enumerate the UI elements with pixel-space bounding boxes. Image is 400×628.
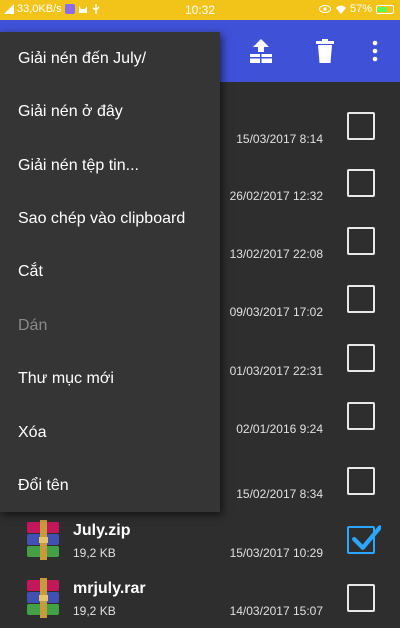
usb-icon [92,4,100,14]
file-size: 19,2 KB [73,546,116,560]
notification-app-icon [64,4,75,14]
file-name: July.zip [73,522,131,539]
menu-item-cut[interactable]: Cắt [18,263,43,281]
checkbox[interactable] [347,402,375,430]
file-name: mrjuly.rar [73,580,146,597]
wifi-icon [335,5,346,14]
file-date: 15/02/2017 8:34 [236,487,323,501]
menu-item-copy-to-clipboard[interactable]: Sao chép vào clipboard [18,210,185,228]
file-date: 02/01/2016 9:24 [236,422,323,436]
more-vert-icon[interactable] [362,38,388,64]
file-date: 15/03/2017 10:29 [229,546,323,560]
status-left: 33,0KB/s [4,3,101,15]
cat-icon [78,6,87,13]
signal-icon [4,4,14,14]
checkbox[interactable] [347,467,375,495]
checkbox[interactable] [347,112,375,140]
checkbox[interactable] [347,285,375,313]
file-size: 19,2 KB [73,604,116,618]
battery-level: 57% [349,3,372,15]
checkbox-checked[interactable] [347,525,381,554]
check-icon [352,525,381,550]
menu-item-rename[interactable]: Đổi tên [18,477,69,495]
file-date: 09/03/2017 17:02 [229,305,323,319]
battery-icon [376,4,394,14]
status-right: 57% [318,3,394,15]
menu-item-delete[interactable]: Xóa [18,424,46,442]
file-date: 13/02/2017 22:08 [229,247,323,261]
menu-item-new-folder[interactable]: Thư mục mới [18,370,114,388]
eye-icon [318,5,331,13]
checkbox[interactable] [347,227,375,255]
menu-item-extract-to-folder[interactable]: Giải nén đến July/ [18,50,146,68]
checkbox[interactable] [347,169,375,197]
clock: 10:32 [185,3,216,17]
overflow-menu: Giải nén đến July/ Giải nén ở đây Giải n… [0,32,220,512]
list-item[interactable]: July.zip 19,2 KB 15/03/2017 10:29 [0,512,400,570]
file-date: 01/03/2017 22:31 [229,364,323,378]
checkbox[interactable] [347,344,375,372]
network-speed: 33,0KB/s [17,3,62,15]
archive-upload-icon[interactable] [248,38,274,64]
menu-item-extract-here[interactable]: Giải nén ở đây [18,103,123,121]
list-item[interactable]: mrjuly.rar 19,2 KB 14/03/2017 15:07 [0,570,400,628]
checkbox[interactable] [347,584,375,612]
status-bar: 33,0KB/s 10:32 57% [0,0,400,20]
file-date: 15/03/2017 8:14 [236,132,323,146]
menu-item-paste: Dán [18,317,48,334]
winrar-archive-icon [27,578,59,618]
trash-icon[interactable] [312,38,338,64]
file-date: 14/03/2017 15:07 [229,604,323,618]
file-date: 26/02/2017 12:32 [229,189,323,203]
winrar-archive-icon [27,520,59,560]
menu-item-extract-files[interactable]: Giải nén tệp tin... [18,157,139,175]
